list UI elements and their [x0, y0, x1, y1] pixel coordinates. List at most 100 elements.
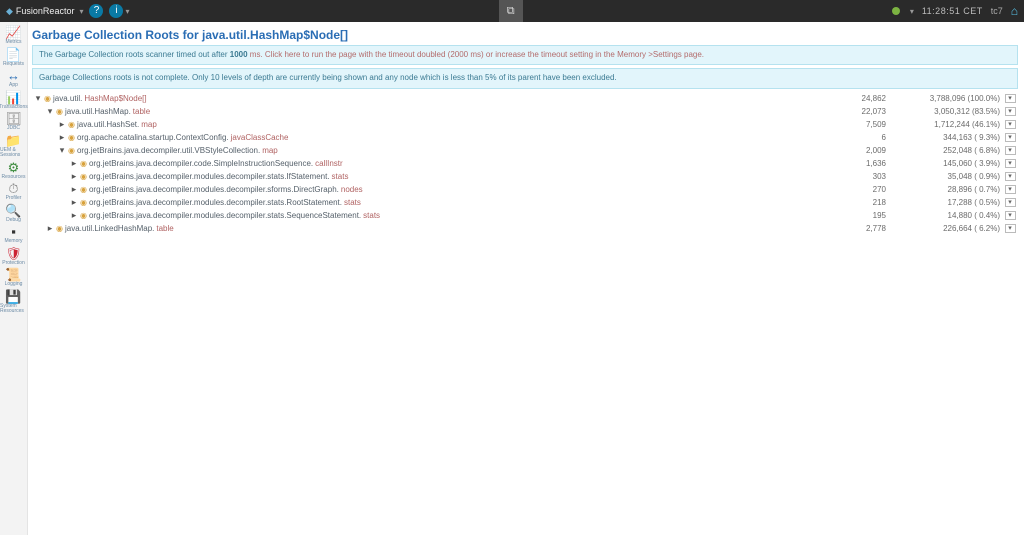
instance-count: 22,073: [832, 107, 892, 116]
retained-size: 14,880 ( 0.4%): [892, 211, 1002, 220]
tree-toggle-icon[interactable]: ▸: [70, 158, 78, 169]
sidebar-item-debug[interactable]: 🔍Debug: [5, 204, 21, 224]
share-button[interactable]: ⧉: [499, 0, 523, 22]
tree-toggle-icon[interactable]: ▸: [58, 132, 66, 143]
package-path: org.jetBrains.java.decompiler.code.Simpl…: [89, 159, 313, 168]
tree-row[interactable]: ▸◉org.jetBrains.java.decompiler.modules.…: [32, 196, 1018, 209]
info-text: Garbage Collections roots is not complet…: [39, 73, 617, 82]
sidebar-item-label: Logging: [5, 282, 23, 288]
instance-count: 6: [832, 133, 892, 142]
tree-row-label: ▸◉java.util.LinkedHashMap.table: [32, 223, 832, 234]
tree-row-label: ▾◉org.jetBrains.java.decompiler.util.VBS…: [32, 145, 832, 156]
tree-row[interactable]: ▸◉org.apache.catalina.startup.ContextCon…: [32, 131, 1018, 144]
filter-button[interactable]: ▾: [1005, 107, 1016, 116]
requests-icon: 📄: [5, 48, 21, 61]
tree-bullet-icon: ◉: [80, 159, 87, 168]
filter-button[interactable]: ▾: [1005, 120, 1016, 129]
page-title: Garbage Collection Roots for java.util.H…: [32, 28, 1018, 42]
class-name: javaClassCache: [231, 133, 289, 142]
timeout-info-box: The Garbage Collection roots scanner tim…: [32, 45, 1018, 65]
brand-logo-icon: ◆: [6, 6, 13, 17]
metrics-icon: 📈: [5, 26, 21, 39]
chevron-down-icon[interactable]: ▾: [910, 7, 914, 16]
home-icon[interactable]: ⌂: [1011, 4, 1018, 18]
sidebar-item-jdbc[interactable]: 🗄JDBC: [5, 112, 22, 132]
tree-bullet-icon: ◉: [80, 185, 87, 194]
chevron-down-icon[interactable]: ▾: [79, 7, 83, 16]
tree-row-label: ▸◉org.apache.catalina.startup.ContextCon…: [32, 132, 832, 143]
tree-row[interactable]: ▾◉org.jetBrains.java.decompiler.util.VBS…: [32, 144, 1018, 157]
help-icon[interactable]: ?: [89, 4, 103, 18]
tree-row[interactable]: ▸◉org.jetBrains.java.decompiler.code.Sim…: [32, 157, 1018, 170]
tree-row[interactable]: ▸◉java.util.LinkedHashMap.table2,778226,…: [32, 222, 1018, 235]
retained-size: 145,060 ( 3.9%): [892, 159, 1002, 168]
server-name[interactable]: tc7: [991, 6, 1003, 16]
package-path: java.util.: [53, 94, 82, 103]
filter-button[interactable]: ▾: [1005, 94, 1016, 103]
resources-icon: ⚙: [8, 161, 20, 174]
sidebar-item-label: Transactions: [0, 105, 28, 111]
chevron-down-icon[interactable]: ▾: [125, 7, 129, 16]
sidebar-item-uem-sessions[interactable]: 📁UEM & Sessions: [0, 134, 27, 159]
sidebar-item-label: Protection: [2, 261, 25, 267]
tree-row-label: ▸◉org.jetBrains.java.decompiler.code.Sim…: [32, 158, 832, 169]
sidebar-item-system-resources[interactable]: 💾System Resources: [0, 290, 27, 315]
tree-row[interactable]: ▾◉java.util.HashMap.table22,0733,050,312…: [32, 105, 1018, 118]
filter-button[interactable]: ▾: [1005, 211, 1016, 220]
filter-button[interactable]: ▾: [1005, 224, 1016, 233]
tree-row-label: ▸◉java.util.HashSet.map: [32, 119, 832, 130]
sidebar-item-profiler[interactable]: ⏱Profiler: [6, 182, 22, 202]
filter-button[interactable]: ▾: [1005, 133, 1016, 142]
tree-row[interactable]: ▾◉java.util.HashMap$Node[]24,8623,788,09…: [32, 92, 1018, 105]
topbar: ◆ FusionReactor ▾ ? i ▾ ⧉ ▾ 11:28:51 CET…: [0, 0, 1024, 22]
tree-toggle-icon[interactable]: ▾: [58, 145, 66, 156]
sidebar-item-app[interactable]: ↔App: [7, 69, 20, 89]
info-icon[interactable]: i: [109, 4, 123, 18]
tree-row[interactable]: ▸◉java.util.HashSet.map7,5091,712,244 (4…: [32, 118, 1018, 131]
filter-cell: ▾: [1002, 211, 1018, 220]
retained-size: 17,288 ( 0.5%): [892, 198, 1002, 207]
package-path: org.jetBrains.java.decompiler.modules.de…: [89, 211, 361, 220]
brand[interactable]: ◆ FusionReactor ▾: [6, 6, 83, 17]
filter-cell: ▾: [1002, 146, 1018, 155]
uem-sessions-icon: 📁: [5, 134, 21, 147]
tree-toggle-icon[interactable]: ▸: [70, 197, 78, 208]
sidebar-item-protection[interactable]: 🛡Protection: [2, 247, 25, 267]
tree-row[interactable]: ▸◉org.jetBrains.java.decompiler.modules.…: [32, 183, 1018, 196]
status-indicator-icon[interactable]: [892, 7, 900, 15]
tree-toggle-icon[interactable]: ▸: [70, 171, 78, 182]
package-path: java.util.HashMap.: [65, 107, 131, 116]
sidebar-item-metrics[interactable]: 📈Metrics: [5, 26, 21, 46]
instance-count: 303: [832, 172, 892, 181]
filter-button[interactable]: ▾: [1005, 185, 1016, 194]
main-content: Garbage Collection Roots for java.util.H…: [28, 22, 1024, 535]
protection-icon: 🛡: [5, 247, 22, 260]
instance-count: 7,509: [832, 120, 892, 129]
tree-row[interactable]: ▸◉org.jetBrains.java.decompiler.modules.…: [32, 170, 1018, 183]
sidebar-item-memory[interactable]: ▪Memory: [4, 225, 22, 245]
tree-row-label: ▾◉java.util.HashMap$Node[]: [32, 93, 832, 104]
filter-button[interactable]: ▾: [1005, 172, 1016, 181]
tree-toggle-icon[interactable]: ▸: [58, 119, 66, 130]
tree-row[interactable]: ▸◉org.jetBrains.java.decompiler.modules.…: [32, 209, 1018, 222]
sidebar-item-requests[interactable]: 📄Requests: [3, 48, 24, 68]
tree-toggle-icon[interactable]: ▸: [46, 223, 54, 234]
instance-count: 2,778: [832, 224, 892, 233]
package-path: org.jetBrains.java.decompiler.modules.de…: [89, 198, 342, 207]
sidebar-item-logging[interactable]: 📜Logging: [5, 268, 23, 288]
sidebar-item-label: Profiler: [6, 196, 22, 202]
sidebar-item-transactions[interactable]: 📊Transactions: [0, 91, 28, 111]
tree-toggle-icon[interactable]: ▸: [70, 210, 78, 221]
filter-button[interactable]: ▾: [1005, 198, 1016, 207]
timeout-link[interactable]: ms. Click here to run the page with the …: [248, 50, 704, 59]
tree-toggle-icon[interactable]: ▾: [34, 93, 42, 104]
sidebar-item-resources[interactable]: ⚙Resources: [2, 161, 26, 181]
filter-button[interactable]: ▾: [1005, 159, 1016, 168]
filter-button[interactable]: ▾: [1005, 146, 1016, 155]
tree-row-label: ▸◉org.jetBrains.java.decompiler.modules.…: [32, 184, 832, 195]
class-name: table: [156, 224, 173, 233]
tree-toggle-icon[interactable]: ▸: [70, 184, 78, 195]
tree-toggle-icon[interactable]: ▾: [46, 106, 54, 117]
tree-bullet-icon: ◉: [80, 211, 87, 220]
class-name: callInstr: [315, 159, 343, 168]
